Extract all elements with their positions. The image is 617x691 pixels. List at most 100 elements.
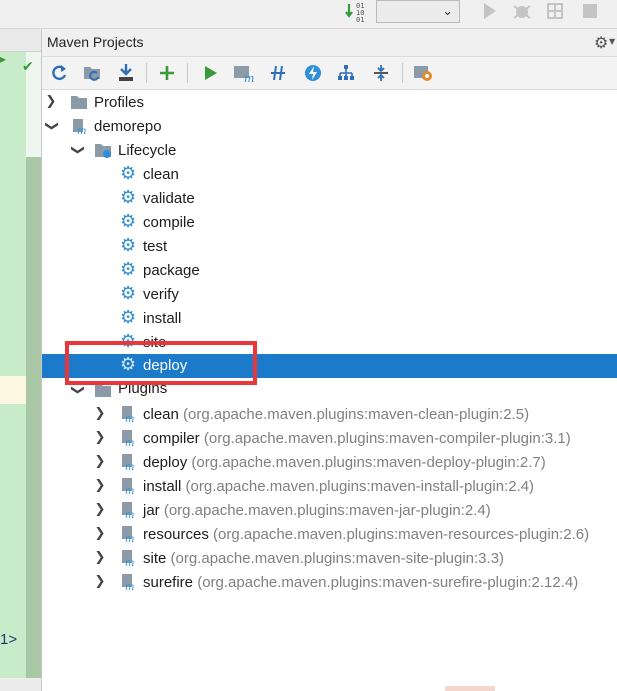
lifecycle-phase-clean[interactable]: ⚙ clean bbox=[42, 163, 617, 187]
plugin-install[interactable]: ❯ m install (org.apache.maven.plugins:ma… bbox=[42, 475, 617, 499]
binary-icon[interactable]: 01 10 01 bbox=[345, 1, 371, 25]
plugin-icon: m bbox=[122, 454, 134, 471]
editor-scrollbar-thumb[interactable] bbox=[26, 157, 41, 679]
lifecycle-phase-install[interactable]: ⚙ install bbox=[42, 307, 617, 331]
caret-down-icon[interactable]: ▼ bbox=[609, 37, 615, 46]
gear-icon: ⚙ bbox=[120, 187, 137, 208]
svg-text:m: m bbox=[77, 126, 86, 135]
plugin-icon: m bbox=[122, 526, 134, 543]
tree-node-project[interactable]: ❯ m demorepo bbox=[42, 115, 617, 139]
tree-label: test bbox=[143, 238, 168, 255]
run-config-select[interactable]: ⌄ bbox=[376, 0, 460, 23]
chevron-right-icon[interactable]: ❯ bbox=[93, 573, 107, 591]
lifecycle-phase-deploy[interactable]: ⚙ deploy bbox=[42, 354, 617, 378]
tree-label: clean (org.apache.maven.plugins:maven-cl… bbox=[143, 406, 530, 423]
chevron-right-icon[interactable]: ❯ bbox=[93, 549, 107, 567]
lifecycle-phase-compile[interactable]: ⚙ compile bbox=[42, 211, 617, 235]
reimport-icon[interactable] bbox=[47, 62, 71, 84]
gear-icon: ⚙ bbox=[120, 283, 137, 304]
run-icon[interactable] bbox=[198, 62, 222, 84]
plugin-site[interactable]: ❯ m site (org.apache.maven.plugins:maven… bbox=[42, 547, 617, 571]
skip-tests-icon[interactable] bbox=[301, 62, 325, 84]
lifecycle-phase-site[interactable]: ⚙ site bbox=[42, 331, 617, 355]
lifecycle-phase-package[interactable]: ⚙ package bbox=[42, 259, 617, 283]
tree-label: site (org.apache.maven.plugins:maven-sit… bbox=[143, 550, 505, 567]
chevron-right-icon[interactable]: ❯ bbox=[93, 501, 107, 519]
svg-text:m: m bbox=[125, 438, 134, 447]
download-icon[interactable] bbox=[114, 62, 138, 84]
gear-icon[interactable]: ⚙ bbox=[594, 33, 608, 52]
run-icon[interactable] bbox=[478, 0, 500, 22]
toolbar-separator bbox=[187, 63, 188, 83]
tree-node-profiles[interactable]: ❯ Profiles bbox=[42, 91, 617, 115]
check-icon: ✔ bbox=[22, 59, 34, 75]
chevron-right-icon[interactable]: ❯ bbox=[44, 93, 58, 111]
tree-label: compile bbox=[143, 214, 195, 231]
tree-label: surefire (org.apache.maven.plugins:maven… bbox=[143, 574, 579, 591]
svg-text:m: m bbox=[125, 558, 134, 567]
chevron-right-icon[interactable]: ❯ bbox=[93, 453, 107, 471]
tree-label: resources (org.apache.maven.plugins:mave… bbox=[143, 526, 590, 543]
svg-text:m: m bbox=[125, 582, 134, 591]
editor-current-line bbox=[0, 376, 26, 404]
panel-header: Maven Projects ⚙ ▼ bbox=[42, 29, 617, 57]
tree-label: install bbox=[143, 310, 182, 327]
chevron-right-icon[interactable]: ❯ bbox=[93, 429, 107, 447]
add-icon[interactable] bbox=[155, 62, 179, 84]
tree-node-lifecycle[interactable]: ❯ Lifecycle bbox=[42, 139, 617, 163]
maven-projects-panel: Maven Projects ⚙ ▼ m ❯ Profiles ❯ m demo… bbox=[41, 29, 617, 691]
debug-icon[interactable] bbox=[511, 0, 533, 22]
coverage-icon[interactable] bbox=[544, 0, 566, 22]
plugin-jar[interactable]: ❯ m jar (org.apache.maven.plugins:maven-… bbox=[42, 499, 617, 523]
chevron-down-icon[interactable]: ❯ bbox=[68, 143, 86, 157]
settings-icon[interactable] bbox=[411, 62, 435, 84]
chevron-right-icon[interactable]: ❯ bbox=[93, 477, 107, 495]
plugin-surefire[interactable]: ❯ m surefire (org.apache.maven.plugins:m… bbox=[42, 571, 617, 595]
chevron-down-icon[interactable]: ❯ bbox=[68, 383, 86, 397]
svg-text:m: m bbox=[125, 486, 134, 495]
svg-text:m: m bbox=[244, 72, 254, 83]
tree-label: demorepo bbox=[94, 118, 162, 135]
show-dependencies-icon[interactable] bbox=[334, 62, 358, 84]
collapse-all-icon[interactable] bbox=[369, 62, 393, 84]
svg-text:m: m bbox=[125, 462, 134, 471]
plugin-icon: m bbox=[122, 550, 134, 567]
lifecycle-phase-verify[interactable]: ⚙ verify bbox=[42, 283, 617, 307]
plugin-icon: m bbox=[122, 478, 134, 495]
plugin-compiler[interactable]: ❯ m compiler (org.apache.maven.plugins:m… bbox=[42, 427, 617, 451]
svg-text:m: m bbox=[125, 414, 134, 423]
maven-project-icon: m bbox=[73, 119, 86, 135]
tree-label: deploy bbox=[143, 357, 188, 374]
top-toolbar-strip: 01 10 01 ⌄ bbox=[0, 0, 617, 29]
svg-text:m: m bbox=[125, 534, 134, 543]
lifecycle-phase-test[interactable]: ⚙ test bbox=[42, 235, 617, 259]
chevron-right-icon[interactable]: ❯ bbox=[93, 405, 107, 423]
plugin-resources[interactable]: ❯ m resources (org.apache.maven.plugins:… bbox=[42, 523, 617, 547]
plugin-clean[interactable]: ❯ m clean (org.apache.maven.plugins:mave… bbox=[42, 403, 617, 427]
toggle-offline-icon[interactable] bbox=[266, 62, 290, 84]
tree-label: deploy (org.apache.maven.plugins:maven-d… bbox=[143, 454, 546, 471]
svg-text:m: m bbox=[125, 510, 134, 519]
plugin-icon: m bbox=[122, 430, 134, 447]
chevron-down-icon[interactable]: ❯ bbox=[42, 119, 60, 133]
gear-icon: ⚙ bbox=[120, 354, 137, 375]
panel-title: Maven Projects bbox=[47, 34, 144, 50]
tree-label: clean bbox=[143, 166, 179, 183]
chevron-right-icon[interactable]: ❯ bbox=[93, 525, 107, 543]
editor-status bbox=[0, 678, 41, 691]
generate-sources-icon[interactable] bbox=[81, 62, 105, 84]
tree-label: verify bbox=[143, 286, 179, 303]
gear-icon: ⚙ bbox=[120, 259, 137, 280]
execute-goal-icon[interactable]: m bbox=[232, 62, 256, 84]
editor-tab[interactable] bbox=[0, 29, 41, 52]
maven-toolbar: m bbox=[42, 57, 617, 90]
tree-label: site bbox=[143, 334, 167, 351]
tree-label: validate bbox=[143, 190, 195, 207]
plugin-deploy[interactable]: ❯ m deploy (org.apache.maven.plugins:mav… bbox=[42, 451, 617, 475]
change-arrow-icon: ▸ bbox=[0, 52, 7, 66]
stop-icon[interactable] bbox=[579, 0, 601, 22]
lifecycle-phase-validate[interactable]: ⚙ validate bbox=[42, 187, 617, 211]
chevron-down-icon: ⌄ bbox=[442, 4, 453, 19]
gear-icon: ⚙ bbox=[120, 211, 137, 232]
tree-node-plugins[interactable]: ❯ Plugins bbox=[42, 379, 617, 403]
